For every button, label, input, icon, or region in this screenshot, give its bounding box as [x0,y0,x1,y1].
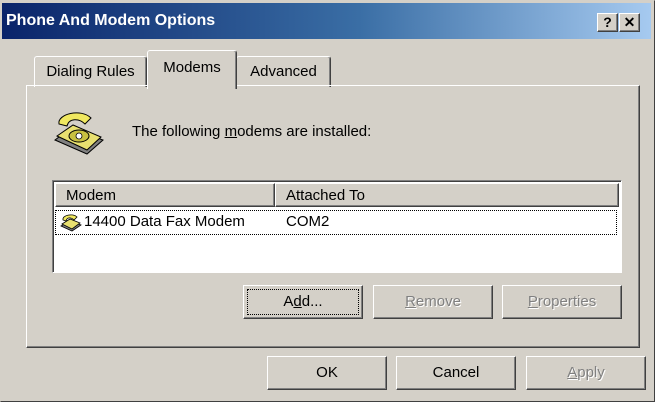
modem-list[interactable]: Modem Attached To 14400 Data Fax Modem C… [52,180,622,273]
installed-modems-label: The following modems are installed: [132,123,372,140]
window-title: Phone And Modem Options [6,12,216,29]
tab-modems[interactable]: Modems [147,50,237,89]
properties-button[interactable]: Properties [502,285,622,319]
modem-icon [60,214,82,232]
title-bar[interactable]: Phone And Modem Options ? ✕ [2,3,651,39]
column-header-modem[interactable]: Modem [55,183,275,207]
remove-button[interactable]: Remove [373,285,493,319]
add-button[interactable]: Add... [243,285,363,319]
list-item[interactable]: 14400 Data Fax Modem COM2 [55,210,617,235]
cancel-button[interactable]: Cancel [396,356,516,390]
telephone-icon [54,112,104,155]
apply-button[interactable]: Apply [526,356,646,390]
tab-advanced[interactable]: Advanced [236,56,331,87]
help-button[interactable]: ? [597,13,618,32]
tab-dialing-rules[interactable]: Dialing Rules [34,56,147,87]
column-header-attached-to[interactable]: Attached To [275,183,619,207]
close-button[interactable]: ✕ [619,13,640,32]
modem-name: 14400 Data Fax Modem [84,213,245,230]
ok-button[interactable]: OK [267,356,387,390]
modem-port: COM2 [286,213,330,230]
